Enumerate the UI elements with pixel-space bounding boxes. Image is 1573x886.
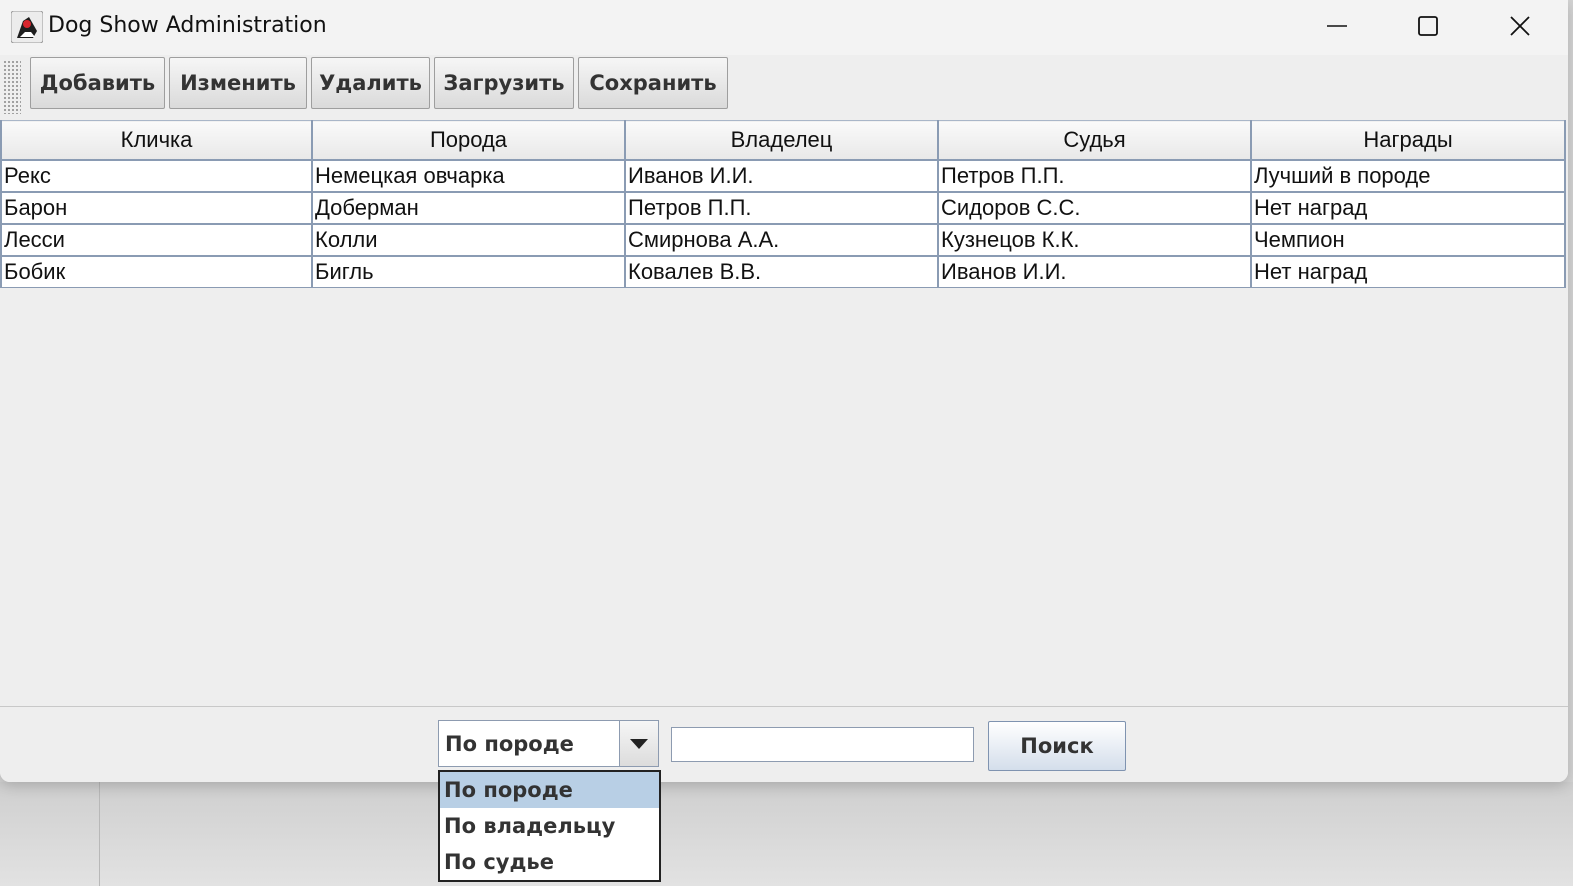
toolbar-drag-handle[interactable] [3,60,21,114]
app-window: Dog Show Administration Добавить Изменит… [0,0,1568,782]
filter-dropdown-list: По породе По владельцу По судье [438,770,661,882]
window-title: Dog Show Administration [48,13,327,38]
table-cell[interactable]: Иванов И.И. [937,255,1252,289]
table-cell[interactable]: Ковалев В.В. [624,255,939,289]
search-input[interactable] [671,727,974,762]
desktop-divider [99,782,100,886]
search-filter-value: По породе [445,732,574,756]
table-cell[interactable]: Лучший в породе [1250,159,1566,193]
table-cell[interactable]: Бобик [0,255,313,289]
table-cell[interactable]: Нет наград [1250,255,1566,289]
column-header-awards[interactable]: Награды [1250,120,1566,161]
java-duke-icon [10,10,44,44]
filter-option-owner[interactable]: По владельцу [440,808,659,844]
table-cell[interactable]: Сидоров С.С. [937,191,1252,225]
table-header-row: Кличка Порода Владелец Судья Награды [0,120,1566,161]
delete-button[interactable]: Удалить [311,57,430,109]
search-filter-combo[interactable]: По породе [438,720,659,767]
column-header-name[interactable]: Кличка [0,120,313,161]
table-cell[interactable]: Доберман [311,191,626,225]
table-cell[interactable]: Смирнова А.А. [624,223,939,257]
column-header-owner[interactable]: Владелец [624,120,939,161]
table-cell[interactable]: Петров П.П. [937,159,1252,193]
dogs-table: Кличка Порода Владелец Судья Награды Рек… [0,120,1566,289]
maximize-button[interactable] [1382,0,1474,52]
search-button[interactable]: Поиск [988,721,1126,771]
maximize-icon [1418,16,1438,36]
table-viewport-empty-area[interactable] [0,288,1568,707]
table-cell[interactable]: Колли [311,223,626,257]
title-bar: Dog Show Administration [0,0,1568,55]
table-row[interactable]: Рекс Немецкая овчарка Иванов И.И. Петров… [0,159,1566,193]
table-cell[interactable]: Чемпион [1250,223,1566,257]
table-cell[interactable]: Кузнецов К.К. [937,223,1252,257]
table-row[interactable]: Бобик Бигль Ковалев В.В. Иванов И.И. Нет… [0,255,1566,289]
table-cell[interactable]: Петров П.П. [624,191,939,225]
column-header-breed[interactable]: Порода [311,120,626,161]
close-icon [1510,16,1530,36]
table-cell[interactable]: Лесси [0,223,313,257]
table-cell[interactable]: Иванов И.И. [624,159,939,193]
minimize-icon [1327,25,1347,27]
table-row[interactable]: Барон Доберман Петров П.П. Сидоров С.С. … [0,191,1566,225]
minimize-button[interactable] [1291,0,1383,52]
filter-option-breed[interactable]: По породе [440,772,659,808]
load-button[interactable]: Загрузить [434,57,574,109]
save-button[interactable]: Сохранить [578,57,728,109]
add-button[interactable]: Добавить [30,57,165,109]
table-cell[interactable]: Бигль [311,255,626,289]
column-header-judge[interactable]: Судья [937,120,1252,161]
close-button[interactable] [1474,0,1566,52]
table-cell[interactable]: Нет наград [1250,191,1566,225]
toolbar: Добавить Изменить Удалить Загрузить Сохр… [0,55,1568,115]
edit-button[interactable]: Изменить [169,57,307,109]
table-row[interactable]: Лесси Колли Смирнова А.А. Кузнецов К.К. … [0,223,1566,257]
combo-arrow-button[interactable] [619,721,658,766]
chevron-down-icon [630,738,648,749]
table-cell[interactable]: Рекс [0,159,313,193]
filter-option-judge[interactable]: По судье [440,844,659,880]
desktop-background [0,782,1573,886]
table-cell[interactable]: Немецкая овчарка [311,159,626,193]
table-cell[interactable]: Барон [0,191,313,225]
